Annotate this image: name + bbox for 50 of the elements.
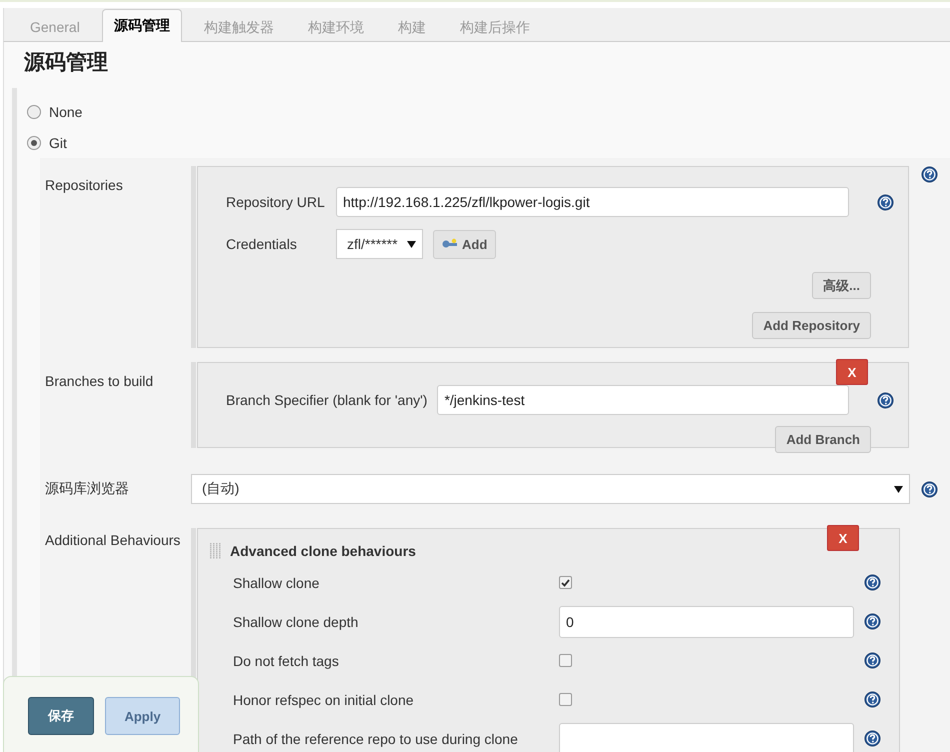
add-repository-button[interactable]: Add Repository <box>752 312 871 339</box>
help-icon[interactable] <box>877 392 894 408</box>
depth-field[interactable]: 0 <box>559 606 854 638</box>
apply-button[interactable]: Apply <box>105 697 180 735</box>
help-icon[interactable] <box>864 691 881 708</box>
checkmark-icon <box>561 578 570 586</box>
field-label: 源码库浏览器 <box>44 480 130 498</box>
branch-field[interactable]: */jenkins-test <box>437 385 849 415</box>
behaviour-title: Advanced clone behaviours <box>230 543 416 559</box>
credentials-select[interactable]: zfl/****** <box>336 229 423 259</box>
section-heading: 源码管理 <box>22 50 109 76</box>
save-button[interactable]: 保存 <box>28 697 94 735</box>
add-branch-button[interactable]: Add Branch <box>775 426 871 453</box>
help-icon[interactable] <box>864 574 881 591</box>
url-field[interactable]: http://192.168.1.225/zfl/lkpower-logis.git <box>336 187 849 217</box>
help-icon[interactable] <box>864 613 881 630</box>
field-label: Shallow clone <box>233 574 320 590</box>
field-label: Repository URL <box>226 194 326 210</box>
radio-button[interactable] <box>27 136 41 150</box>
radio-label: Git <box>49 134 67 150</box>
help-icon[interactable] <box>921 166 938 183</box>
caret-icon <box>407 240 416 248</box>
field-label: Credentials <box>226 236 298 252</box>
depth-field[interactable] <box>559 722 854 752</box>
tab[interactable]: 源码管理 <box>102 9 182 42</box>
field-label: Repositories <box>44 176 124 193</box>
field-label: Do not fetch tags <box>233 652 340 668</box>
drag-handle-icon[interactable] <box>210 543 222 559</box>
checkbox[interactable] <box>559 693 572 706</box>
help-icon[interactable] <box>864 652 881 669</box>
delete-button[interactable]: X <box>836 359 868 385</box>
field-label: Additional Behaviours <box>44 531 182 548</box>
field-label: Honor refspec on initial clone <box>233 692 415 708</box>
help-icon[interactable] <box>864 730 881 747</box>
radio-button[interactable] <box>27 104 41 118</box>
delete-button[interactable]: X <box>827 525 859 551</box>
checkbox[interactable] <box>559 576 572 589</box>
key-icon <box>442 238 458 250</box>
browser-select[interactable]: (自动) <box>191 474 910 504</box>
field-label: Branch Specifier (blank for 'any') <box>226 392 428 408</box>
radio-label: None <box>49 104 82 120</box>
advanced-button[interactable]: 高级... <box>812 272 871 299</box>
checkbox[interactable] <box>559 654 572 667</box>
field-label: Path of the reference repo to use during clone <box>233 730 519 746</box>
caret-icon <box>894 486 903 492</box>
field-label: Shallow clone depth <box>233 614 360 630</box>
help-icon[interactable] <box>921 480 938 498</box>
add-button[interactable]: Add <box>433 230 496 258</box>
help-icon[interactable] <box>877 194 894 210</box>
field-label: Branches to build <box>44 372 154 389</box>
